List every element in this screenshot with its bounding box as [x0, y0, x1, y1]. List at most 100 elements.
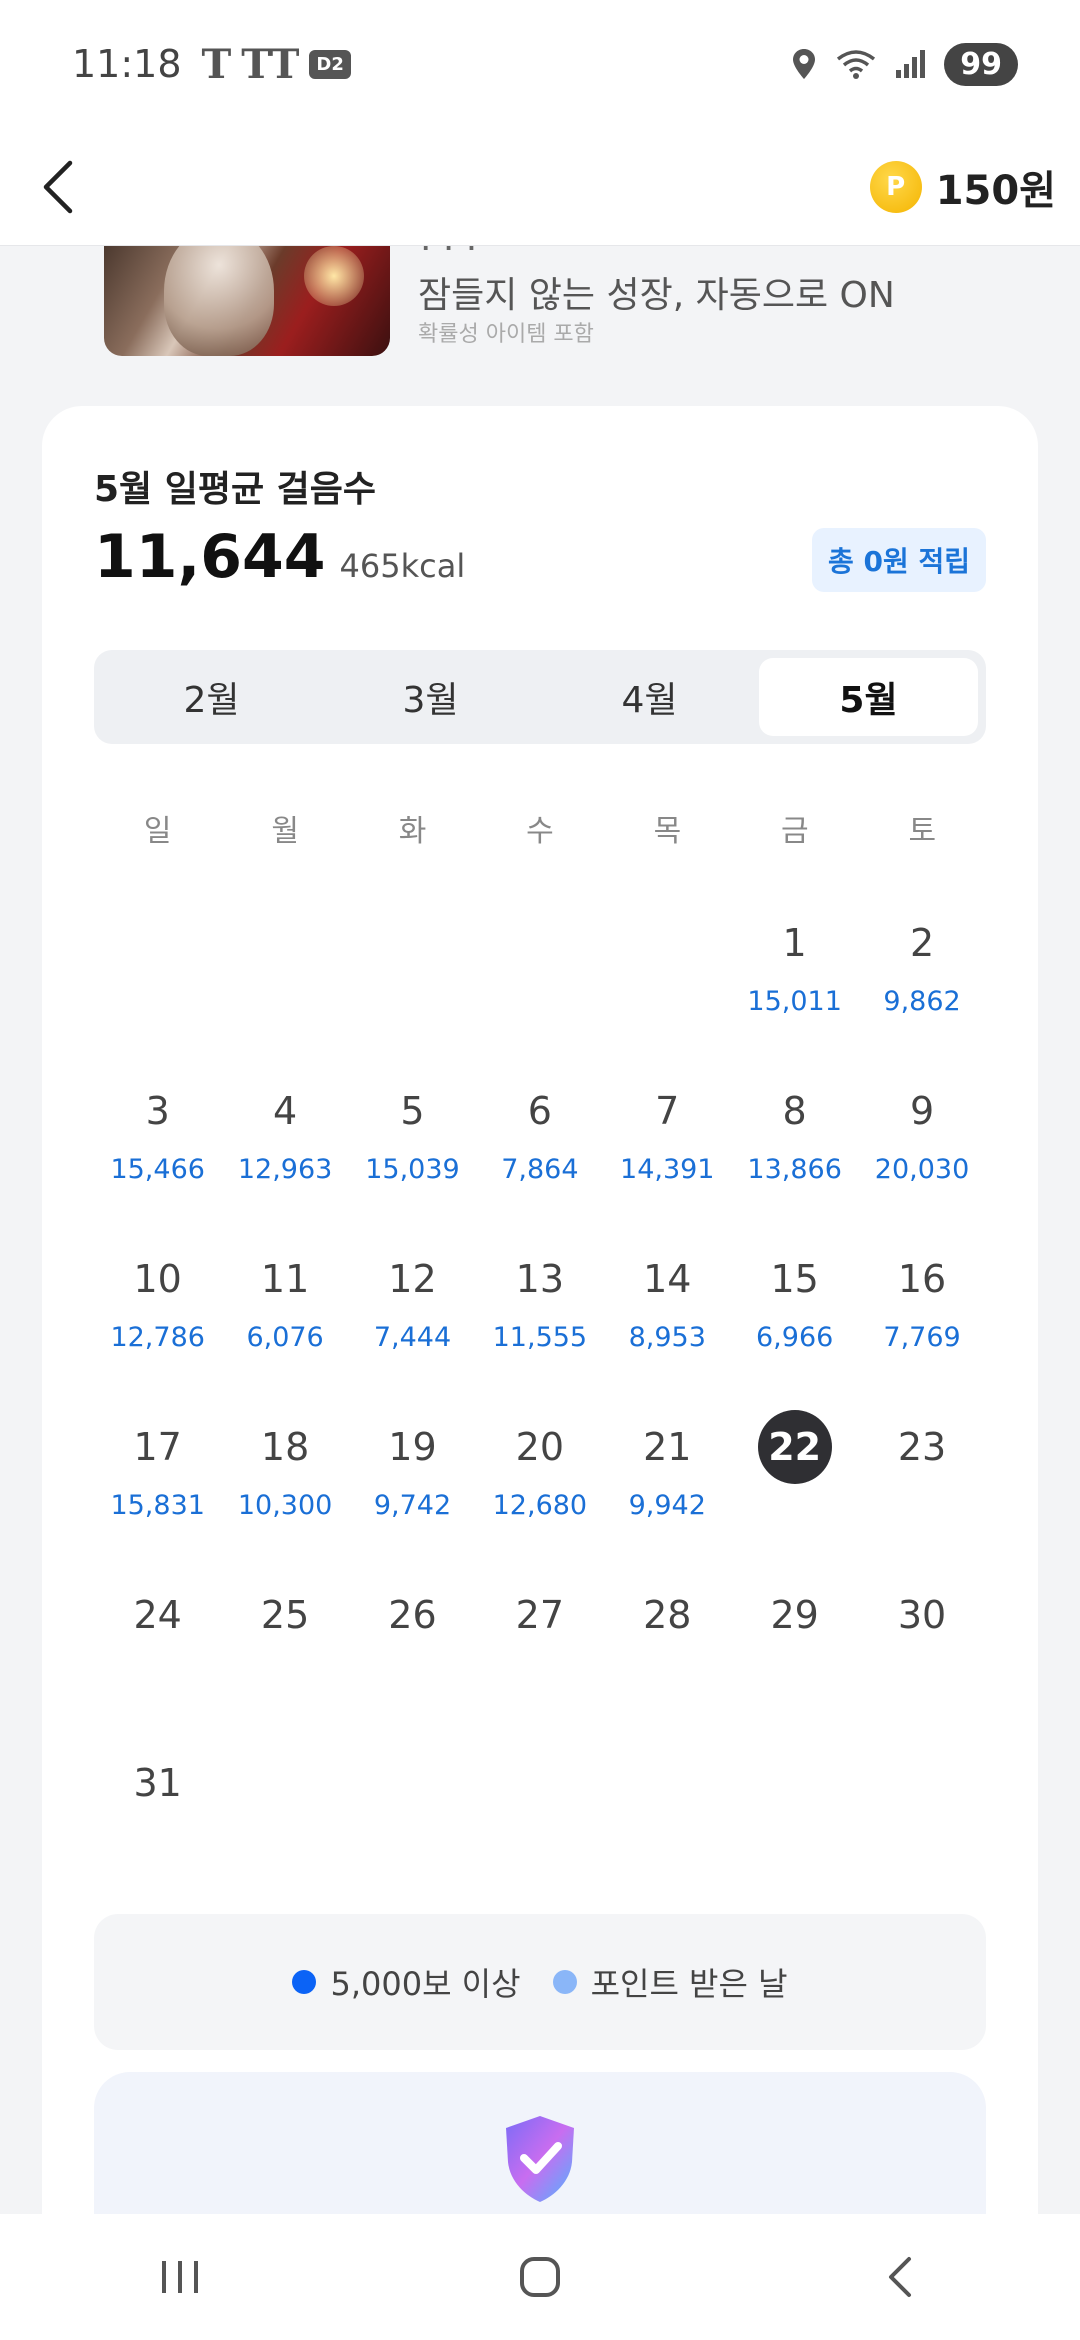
calendar-day-number: 21 [643, 1425, 692, 1469]
calendar-week-row: 3 15,466 4 12,963 5 15,039 6 7,864 7 14,391 8 13,86… [94, 1074, 986, 1242]
calendar-day[interactable]: 28 [604, 1578, 731, 1746]
calendar-day[interactable]: 6 7,864 [476, 1074, 603, 1242]
calendar-day-steps: 10,300 [237, 1490, 333, 1521]
calendar-week-row: 24 25 26 27 28 29 30 [94, 1578, 986, 1746]
calendar-day-steps: 11,555 [492, 1322, 588, 1353]
calendar-day-steps: 13,866 [747, 1154, 842, 1185]
calendar-day[interactable]: 30 [858, 1578, 985, 1746]
calendar-empty-cell [349, 1746, 476, 1914]
system-back-button[interactable] [840, 2237, 960, 2317]
calendar-day[interactable]: 2 9,862 [858, 906, 985, 1074]
calendar-day[interactable]: 20 12,680 [476, 1410, 603, 1578]
calendar-day[interactable]: 22 [731, 1410, 858, 1578]
home-icon [520, 2257, 560, 2297]
calendar-day-number: 25 [260, 1593, 310, 1637]
calendar-day-number: 14 [643, 1257, 692, 1301]
calendar-day-number [758, 1746, 832, 1820]
points-balance[interactable]: P 150원 [869, 158, 1056, 216]
calendar-day[interactable]: 8 13,866 [731, 1074, 858, 1242]
calendar-day-number: 8 [782, 1089, 807, 1133]
carrier-t-icon: T [201, 40, 232, 88]
tab-month-3[interactable]: 3월 [321, 658, 540, 736]
calendar-day-number: 6 [527, 1089, 552, 1133]
calendar-day[interactable]: 1 15,011 [731, 906, 858, 1074]
calendar-day-steps: 12,786 [110, 1322, 205, 1353]
calendar-day-number [885, 1746, 959, 1820]
calendar-day[interactable]: 10 12,786 [94, 1242, 221, 1410]
legend: 5,000보 이상 포인트 받은 날 [94, 1914, 986, 2050]
tab-month-5[interactable]: 5월 [759, 658, 978, 736]
calendar-day-steps: 14,391 [620, 1154, 715, 1185]
reward-badge: 총 0원 적립 [811, 528, 986, 592]
calendar-day-number [503, 1746, 577, 1820]
tab-month-4[interactable]: 4월 [540, 658, 759, 736]
calendar-day-number: 30 [897, 1593, 947, 1637]
back-arrow-icon [889, 2257, 911, 2297]
calendar-day-number: 16 [897, 1257, 947, 1301]
calendar-day[interactable]: 16 7,769 [858, 1242, 985, 1410]
calendar-day[interactable]: 3 15,466 [94, 1074, 221, 1242]
calendar-day[interactable]: 23 [858, 1410, 985, 1578]
calendar-week-row: 10 12,786 11 6,076 12 7,444 13 11,555 14 8,953 15 6… [94, 1242, 986, 1410]
calendar-day[interactable]: 4 12,963 [221, 1074, 348, 1242]
calendar-day[interactable]: 17 15,831 [94, 1410, 221, 1578]
ad-banner[interactable]: · · · 잠들지 않는 성장, 자동으로 ON 확률성 아이템 포함 [0, 246, 1080, 370]
calendar-day[interactable]: 5 15,039 [349, 1074, 476, 1242]
calendar-day[interactable]: 21 9,942 [604, 1410, 731, 1578]
calendar-day[interactable]: 26 [349, 1578, 476, 1746]
calendar-day[interactable]: 7 14,391 [604, 1074, 731, 1242]
calendar-day[interactable]: 18 10,300 [221, 1410, 348, 1578]
calendar-day-number: 15 [770, 1257, 819, 1301]
calendar-day-number [375, 1746, 449, 1820]
calendar-day-number: 13 [515, 1257, 565, 1301]
average-row: 11,644 465kcal [94, 522, 465, 592]
calendar-day[interactable]: 15 6,966 [731, 1242, 858, 1410]
back-button[interactable] [38, 157, 78, 217]
calendar-day-steps: 8,953 [628, 1322, 706, 1353]
calendar-day-steps: 15,466 [110, 1154, 205, 1185]
calendar-day-number: 9 [909, 1089, 935, 1133]
calendar-empty-cell [94, 906, 221, 1074]
calendar-day-steps: 7,864 [501, 1154, 579, 1185]
calendar-day-number: 3 [145, 1089, 170, 1133]
shield-check-icon [506, 2116, 574, 2202]
calendar-day[interactable]: 13 11,555 [476, 1242, 603, 1410]
legend-item-point-days: 포인트 받은 날 [552, 1959, 788, 2005]
weekday-header: 일 월 화 수 목 금 토 [94, 806, 986, 850]
top-header: P 150원 [0, 128, 1080, 246]
calendar-day[interactable]: 19 9,742 [349, 1410, 476, 1578]
legend-dot-point-days [552, 1970, 577, 1994]
carrier-tt-icon: TT [241, 40, 300, 88]
calendar-day-steps: 20,030 [874, 1154, 970, 1185]
status-right-icons: 99 [790, 42, 1018, 86]
calendar-day[interactable]: 25 [221, 1578, 348, 1746]
calendar-day[interactable]: 27 [476, 1578, 603, 1746]
calendar-day-steps: 15,039 [365, 1154, 460, 1185]
calendar-day[interactable]: 14 8,953 [604, 1242, 731, 1410]
calendar-empty-cell [221, 1746, 348, 1914]
weekday-label: 일 [143, 814, 172, 849]
banner-subtitle: 잠들지 않는 성장, 자동으로 ON [418, 275, 895, 316]
weekday-label: 화 [398, 814, 427, 849]
calendar-empty-cell [476, 1746, 603, 1914]
tab-month-2[interactable]: 2월 [102, 658, 321, 736]
home-button[interactable] [480, 2237, 600, 2317]
recent-apps-button[interactable] [120, 2237, 240, 2317]
calendar-day[interactable]: 29 [731, 1578, 858, 1746]
calendar-day-number: 7 [655, 1089, 680, 1133]
weekday-label: 수 [526, 814, 554, 849]
calendar-week-row: 31 [94, 1746, 986, 1914]
calendar-day[interactable]: 24 [94, 1578, 221, 1746]
calendar-empty-cell [604, 1746, 731, 1914]
calendar-day-steps: 9,742 [373, 1490, 452, 1521]
calendar-day-number: 1 [782, 921, 807, 965]
average-kcal: 465kcal [339, 547, 466, 585]
calendar-day[interactable]: 9 20,030 [858, 1074, 985, 1242]
calendar-empty-cell [221, 906, 348, 1074]
calendar-day[interactable]: 12 7,444 [349, 1242, 476, 1410]
points-amount: 150원 [935, 167, 1056, 214]
card-title: 5월 일평균 걸음수 [94, 469, 376, 510]
calendar-day[interactable]: 11 6,076 [221, 1242, 348, 1410]
calendar-day[interactable]: 31 [94, 1746, 221, 1914]
weekday-label: 금 [781, 814, 809, 849]
